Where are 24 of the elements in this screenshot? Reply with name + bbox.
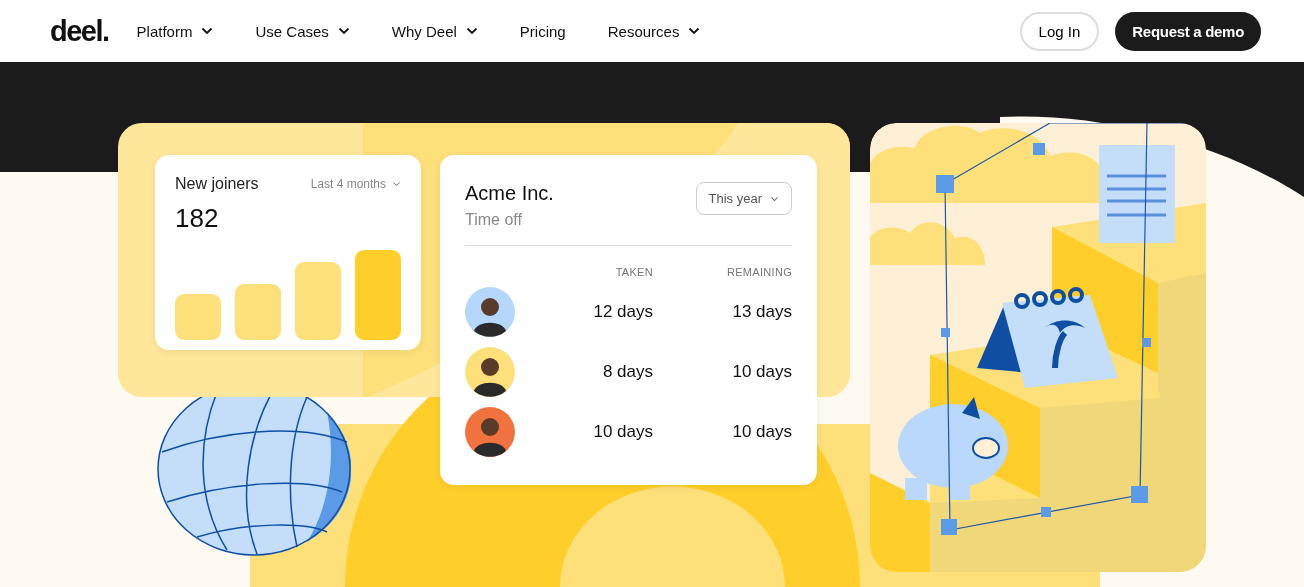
card-title: New joiners: [175, 175, 259, 193]
login-button[interactable]: Log In: [1019, 11, 1100, 51]
column-header: TAKEN: [614, 266, 653, 278]
table-cell-text: 10 days: [731, 422, 792, 442]
nav-menu-item[interactable]: Platform: [136, 22, 214, 40]
table-cell-text: 12 days: [592, 302, 653, 322]
period-dropdown[interactable]: This year: [695, 182, 792, 215]
table-cell-text: 10 days: [592, 422, 653, 442]
joiner-count: 182: [175, 203, 220, 234]
card-subtitle: Time off: [465, 211, 523, 229]
logo[interactable]: deel.: [50, 14, 109, 48]
nav-menu-item[interactable]: Why Deel: [391, 22, 478, 40]
table-cell-text: 8 days: [601, 362, 653, 382]
nav-menu-item[interactable]: Resources: [607, 22, 701, 40]
request-demo-button[interactable]: Request a demo: [1115, 11, 1261, 51]
chevron-down-icon: [392, 181, 401, 187]
nav-menu-item[interactable]: Use Cases: [255, 22, 350, 40]
period-dropdown[interactable]: Last 4 months: [310, 177, 401, 191]
nav-menu-item[interactable]: Pricing: [519, 22, 566, 40]
chevron-down-icon: [770, 195, 779, 202]
company-name: Acme Inc.: [465, 182, 554, 205]
table-cell-text: 13 days: [731, 302, 792, 322]
table-cell-text: 10 days: [731, 362, 792, 382]
column-header: REMAINING: [725, 266, 792, 278]
